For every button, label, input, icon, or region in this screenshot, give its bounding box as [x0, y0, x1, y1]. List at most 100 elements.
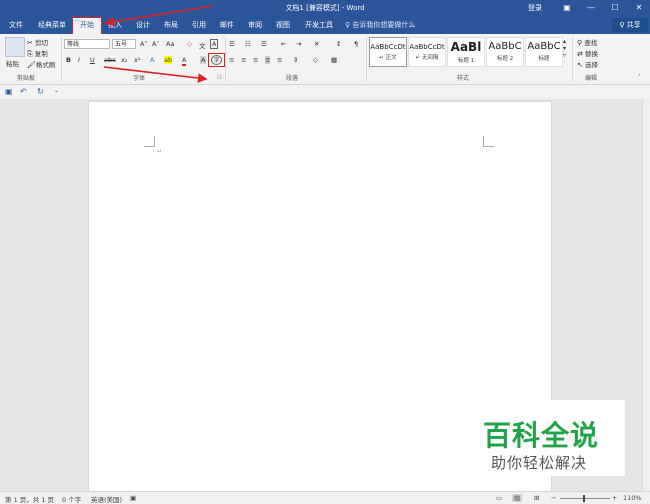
align-left-button[interactable]: ≡ — [229, 56, 234, 64]
superscript-button[interactable]: x² — [134, 56, 140, 64]
copy-label: 复制 — [34, 50, 48, 58]
highlight-button[interactable]: ab — [164, 56, 173, 64]
page-count[interactable]: 第 1 页，共 1 页 — [5, 494, 54, 504]
bold-button[interactable]: B — [66, 56, 71, 64]
collapse-ribbon-icon[interactable]: ˄ — [638, 74, 641, 81]
vertical-scrollbar[interactable] — [642, 99, 650, 491]
cut-label: 剪切 — [34, 39, 48, 47]
zoom-level[interactable]: 110% — [623, 494, 642, 502]
grow-font-button[interactable]: A˄ — [140, 40, 148, 48]
show-marks-button[interactable]: ¶ — [354, 40, 358, 48]
minimize-button[interactable]: — — [580, 0, 602, 16]
subscript-button[interactable]: x₂ — [121, 56, 127, 64]
select-button[interactable]: ↖ 选择 — [577, 59, 598, 69]
tell-me-search[interactable]: ♀ 告诉我你想要做什么 — [345, 20, 415, 30]
macro-icon[interactable]: ▣ — [130, 494, 136, 502]
tab-developer[interactable]: 开发工具 — [305, 20, 333, 30]
close-button[interactable]: ✕ — [628, 0, 650, 16]
char-border-button[interactable]: A — [210, 39, 219, 49]
styles-group-label: 样式 — [457, 75, 470, 82]
phonetic-guide-button[interactable]: 文 — [199, 40, 206, 50]
group-separator — [572, 36, 573, 81]
style-name: 标题 — [538, 56, 550, 62]
maximize-button[interactable]: ☐ — [604, 0, 626, 16]
zoom-in-icon[interactable]: + — [612, 494, 617, 502]
font-color-button[interactable]: A — [182, 56, 187, 66]
font-dialog-launcher-icon[interactable]: ◲ — [217, 74, 222, 80]
align-right-button[interactable]: ≡ — [253, 56, 258, 64]
shading-button[interactable]: ◇ — [313, 56, 318, 64]
font-size-box[interactable]: 五号 — [112, 39, 136, 49]
tab-file[interactable]: 文件 — [9, 20, 23, 30]
tab-references[interactable]: 引用 — [192, 20, 206, 30]
styles-scroll-icon[interactable]: ▴ ▾ ▿ — [563, 38, 566, 59]
style-title[interactable]: AaBbC 标题 — [525, 37, 563, 67]
style-normal[interactable]: AaBbCcDt ↵ 正文 — [369, 37, 407, 67]
distributed-button[interactable]: ≡ — [277, 56, 282, 64]
strikethrough-button[interactable]: abc — [104, 56, 116, 64]
tab-review[interactable]: 审阅 — [248, 20, 262, 30]
align-center-button[interactable]: ≡ — [241, 56, 246, 64]
line-spacing-button[interactable]: ⇕ — [293, 56, 298, 64]
change-case-button[interactable]: Aa — [166, 40, 174, 48]
chinese-layout-button[interactable]: ✕ — [314, 40, 319, 48]
word-count[interactable]: 0 个字 — [62, 494, 81, 504]
sort-button[interactable]: ↕ — [336, 40, 341, 48]
print-layout-icon[interactable]: ▤ — [512, 494, 523, 502]
style-no-spacing[interactable]: AaBbCcDt ↵ 无间隔 — [408, 37, 446, 67]
style-sample: AaBbCcDt — [409, 43, 445, 51]
customize-qat-icon[interactable]: ⌄ — [54, 87, 59, 94]
increase-indent-button[interactable]: ⇥ — [296, 40, 301, 48]
zoom-out-icon[interactable]: − — [551, 494, 556, 502]
paste-button[interactable]: 粘贴 — [6, 58, 19, 68]
multilevel-list-button[interactable]: ☰ — [261, 40, 267, 48]
format-painter-button[interactable]: 🖌格式刷 — [27, 59, 55, 69]
tab-insert[interactable]: 插入 — [108, 20, 122, 30]
zoom-slider-thumb[interactable] — [583, 495, 585, 502]
italic-button[interactable]: I — [78, 56, 80, 64]
redo-icon[interactable]: ↻ — [37, 87, 44, 96]
ribbon-home: 粘贴 ✂ 剪切 ⎘ 复制 🖌格式刷 剪贴板 等线 五号 A˄ A˅ Aa ◇ 文… — [0, 34, 650, 85]
ribbon-tabs: 文件 经典菜单 开始 插入 设计 布局 引用 邮件 审阅 视图 开发工具 ♀ 告… — [0, 16, 650, 35]
ribbon-options-button[interactable]: ▣ — [556, 0, 578, 16]
shrink-font-button[interactable]: A˅ — [152, 40, 160, 48]
style-heading-2[interactable]: AaBbC 标题 2 — [486, 37, 524, 67]
numbering-button[interactable]: ☷ — [245, 40, 251, 48]
highlight-box-enclose — [208, 53, 225, 67]
replace-button[interactable]: ⇄ 替换 — [577, 48, 598, 58]
borders-button[interactable]: ▦ — [331, 56, 337, 64]
style-name: ↵ 正文 — [379, 55, 397, 61]
font-name-box[interactable]: 等线 — [64, 39, 110, 49]
read-mode-icon[interactable]: ▭ — [496, 494, 502, 502]
zoom-slider[interactable] — [560, 498, 610, 499]
copy-button[interactable]: ⎘ 复制 — [27, 48, 48, 59]
tab-view[interactable]: 视图 — [276, 20, 290, 30]
bullets-button[interactable]: ☰ — [229, 40, 235, 48]
style-sample: AaBbCcDt — [370, 43, 406, 51]
style-sample: AaBl — [450, 40, 482, 54]
window-title: 文档1 [兼容模式] - Word — [285, 4, 365, 12]
clear-format-button[interactable]: ◇ — [187, 40, 192, 48]
underline-button[interactable]: U — [90, 56, 95, 64]
cut-button[interactable]: ✂ 剪切 — [27, 37, 48, 47]
undo-icon[interactable]: ↶ — [20, 87, 27, 96]
share-button[interactable]: ♀ 共享 — [612, 18, 648, 32]
language-indicator[interactable]: 英语(美国) — [91, 494, 122, 504]
web-layout-icon[interactable]: ⊞ — [534, 494, 539, 502]
decrease-indent-button[interactable]: ⇤ — [281, 40, 286, 48]
quick-access-toolbar: ▣ ↶ ↻ ⌄ — [0, 85, 650, 99]
cursor-icon: ↖ — [577, 61, 583, 69]
tab-mailings[interactable]: 邮件 — [220, 20, 234, 30]
style-heading-1[interactable]: AaBl 标题 1 — [447, 37, 485, 67]
text-effects-button[interactable]: A — [150, 56, 154, 64]
find-button[interactable]: ⚲ 查找 — [577, 37, 597, 47]
tab-classic-menu[interactable]: 经典菜单 — [38, 20, 66, 30]
save-icon[interactable]: ▣ — [5, 87, 13, 96]
login-link[interactable]: 登录 — [528, 3, 542, 13]
tab-layout[interactable]: 布局 — [164, 20, 178, 30]
clipboard-group-label: 剪贴板 — [17, 75, 36, 82]
char-shading-button[interactable]: A — [200, 56, 207, 64]
justify-button[interactable]: ≡ — [265, 56, 271, 64]
tab-home[interactable]: 开始 — [72, 17, 102, 35]
tab-design[interactable]: 设计 — [136, 20, 150, 30]
